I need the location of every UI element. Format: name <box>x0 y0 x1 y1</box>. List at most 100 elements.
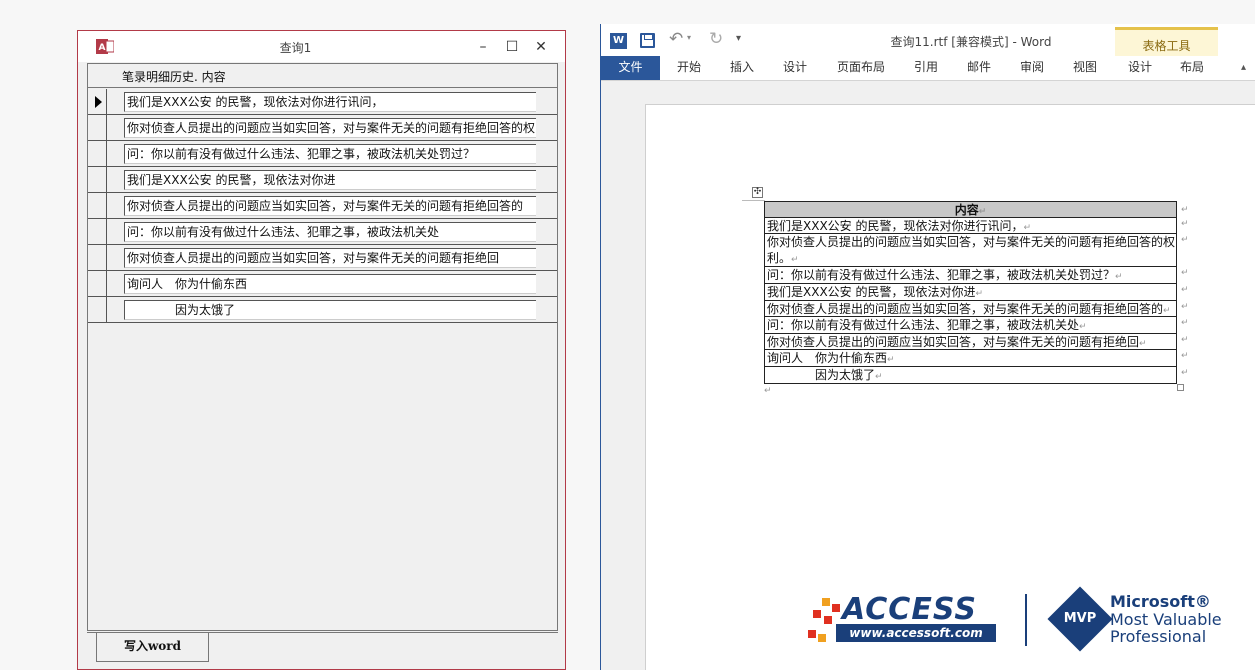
datasheet-cell[interactable]: 你对侦查人员提出的问题应当如实回答，对与案件无关的问题有拒绝回 <box>124 248 536 268</box>
access-query-window: A 查询1 – ☐ ✕ 笔录明细历史. 内容 我们是XXX公安 的民警，现依法对… <box>77 30 566 670</box>
datasheet-cell[interactable]: 询问人 你为什偷东西 <box>124 274 536 294</box>
record-selector[interactable] <box>88 271 107 296</box>
table-cell-text: 你对侦查人员提出的问题应当如实回答，对与案件无关的问题有拒绝回答的 <box>767 302 1164 316</box>
datasheet-cell[interactable]: 你对侦查人员提出的问题应当如实回答，对与案件无关的问题有拒绝回答的权 <box>124 118 536 138</box>
ribbon-collapse-icon[interactable]: ▴ <box>1241 62 1246 73</box>
paragraph-mark: ↵ <box>1163 306 1171 316</box>
record-selector[interactable] <box>88 115 107 140</box>
record-selector[interactable] <box>88 193 107 218</box>
paragraph-mark: ↵ <box>1139 339 1147 349</box>
microsoft-mvp-text: Microsoft® Most Valuable Professional <box>1110 592 1255 648</box>
redo-icon[interactable]: ↻ <box>709 29 723 49</box>
table-cell-text: 因为太饿了 <box>767 368 876 382</box>
datasheet-cell[interactable]: 问：你以前有没有做过什么违法、犯罪之事，被政法机关处 <box>124 222 536 242</box>
row-end-mark: ↵ <box>1181 268 1189 278</box>
paragraph-mark: ↵ <box>791 255 799 265</box>
paragraph-mark: ↵ <box>764 386 772 396</box>
tab-view[interactable]: 视图 <box>1063 56 1107 80</box>
table-row[interactable]: 我们是XXX公安 的民警，现依法对你进↵ <box>765 284 1176 301</box>
table-row[interactable]: 你对侦查人员提出的问题应当如实回答，对与案件无关的问题有拒绝回答的权利。↵ <box>765 234 1176 267</box>
ms-line3: Professional <box>1110 627 1207 646</box>
word-window-title: 查询11.rtf [兼容模式] - Word <box>890 35 1052 49</box>
row-end-mark: ↵ <box>1181 205 1189 215</box>
close-icon[interactable]: ✕ <box>529 36 553 58</box>
table-row[interactable]: 问：你以前有没有做过什么违法、犯罪之事，被政法机关处罚过？ <box>88 141 557 167</box>
tab-design[interactable]: 设计 <box>773 56 817 80</box>
paragraph-mark: ↵ <box>1023 223 1032 233</box>
table-row[interactable]: 我们是XXX公安 的民警，现依法对你进行讯问，↵ <box>765 218 1176 234</box>
datasheet-cell[interactable]: 问：你以前有没有做过什么违法、犯罪之事，被政法机关处罚过？ <box>124 144 536 164</box>
column-header-label: 笔录明细历史. 内容 <box>122 70 226 84</box>
document-page[interactable]: ✣ 内容↵ 我们是XXX公安 的民警，现依法对你进行讯问，↵ 你对侦查人员提出的问… <box>645 104 1255 670</box>
row-end-mark: ↵ <box>1181 219 1189 229</box>
table-row[interactable]: 你对侦查人员提出的问题应当如实回答，对与案件无关的问题有拒绝回 <box>88 245 557 271</box>
table-row[interactable]: 我们是XXX公安 的民警，现依法对你进 <box>88 167 557 193</box>
table-row[interactable]: 我们是XXX公安 的民警，现依法对你进行讯问， <box>88 89 557 115</box>
datasheet: 笔录明细历史. 内容 我们是XXX公安 的民警，现依法对你进行讯问， 你对侦查人员… <box>87 63 558 631</box>
undo-dropdown-icon[interactable]: ▾ <box>687 33 691 42</box>
maximize-icon[interactable]: ☐ <box>500 36 524 58</box>
row-end-mark: ↵ <box>1181 302 1189 312</box>
table-row[interactable]: 问：你以前有没有做过什么违法、犯罪之事，被政法机关处↵ <box>765 317 1176 334</box>
record-selector[interactable] <box>88 297 107 322</box>
paragraph-mark: ↵ <box>1115 272 1123 282</box>
datasheet-cell[interactable]: 因为太饿了 <box>124 300 536 320</box>
mvp-label: MVP <box>1063 611 1097 626</box>
current-record-icon <box>95 96 102 108</box>
ribbon-body <box>601 80 1255 104</box>
row-end-mark: ↵ <box>1181 318 1189 328</box>
tab-table-design[interactable]: 设计 <box>1118 56 1162 80</box>
tab-insert[interactable]: 插入 <box>720 56 764 80</box>
customize-toolbar-icon[interactable]: ▾ <box>736 33 741 44</box>
tab-file[interactable]: 文件 <box>601 56 660 80</box>
table-row[interactable]: 你对侦查人员提出的问题应当如实回答，对与案件无关的问题有拒绝回答的↵ <box>765 301 1176 317</box>
tab-mailings[interactable]: 邮件 <box>957 56 1001 80</box>
tab-page-layout[interactable]: 页面布局 <box>827 56 895 80</box>
table-cell-text: 我们是XXX公安 的民警，现依法对你进行讯问， <box>767 219 1024 233</box>
write-word-button[interactable]: 写入word <box>96 633 209 662</box>
table-row[interactable]: 询问人 你为什偷东西 <box>88 271 557 297</box>
minimize-icon[interactable]: – <box>471 36 495 58</box>
table-row[interactable]: 询问人 你为什偷东西↵ <box>765 350 1176 367</box>
record-selector[interactable] <box>88 141 107 166</box>
record-selector[interactable] <box>88 245 107 270</box>
table-guide-line <box>742 200 765 201</box>
tab-home[interactable]: 开始 <box>667 56 711 80</box>
save-icon[interactable] <box>640 33 655 48</box>
table-row[interactable]: 因为太饿了 <box>88 297 557 323</box>
table-tools-label: 表格工具 <box>1142 39 1191 53</box>
table-row[interactable]: 问：你以前有没有做过什么违法、犯罪之事，被政法机关处罚过？↵ <box>765 267 1176 284</box>
table-header-label: 内容 <box>954 203 979 217</box>
column-header[interactable]: 笔录明细历史. 内容 <box>88 64 557 88</box>
tab-table-layout[interactable]: 布局 <box>1170 56 1214 80</box>
access-window-title: 查询1 <box>279 41 312 55</box>
table-row[interactable]: 你对侦查人员提出的问题应当如实回答，对与案件无关的问题有拒绝回↵ <box>765 334 1176 350</box>
access-titlebar[interactable]: A 查询1 – ☐ ✕ <box>78 31 565 62</box>
table-cell-text: 你对侦查人员提出的问题应当如实回答，对与案件无关的问题有拒绝回 <box>767 335 1140 349</box>
access-logo-url: www.accessoft.com <box>836 624 996 642</box>
table-row[interactable]: 问：你以前有没有做过什么违法、犯罪之事，被政法机关处 <box>88 219 557 245</box>
record-selector[interactable] <box>88 219 107 244</box>
table-row[interactable]: 因为太饿了↵ <box>765 367 1176 384</box>
undo-icon[interactable]: ↶ <box>669 29 683 49</box>
datasheet-cell[interactable]: 你对侦查人员提出的问题应当如实回答，对与案件无关的问题有拒绝回答的 <box>124 196 536 216</box>
accessoft-logo: ACCESS www.accessoft.com <box>808 592 998 648</box>
tab-review[interactable]: 审阅 <box>1010 56 1054 80</box>
datasheet-cell[interactable]: 我们是XXX公安 的民警，现依法对你进行讯问， <box>124 92 536 112</box>
tab-references[interactable]: 引用 <box>904 56 948 80</box>
row-end-mark: ↵ <box>1181 235 1189 245</box>
table-resize-handle-icon[interactable] <box>1177 384 1184 391</box>
table-row[interactable]: 你对侦查人员提出的问题应当如实回答，对与案件无关的问题有拒绝回答的 <box>88 193 557 219</box>
table-cell-text: 问：你以前有没有做过什么违法、犯罪之事，被政法机关处 <box>767 318 1080 332</box>
table-move-handle-icon[interactable]: ✣ <box>752 187 763 198</box>
table-cell-text: 问：你以前有没有做过什么违法、犯罪之事，被政法机关处罚过？ <box>767 268 1116 282</box>
record-selector[interactable] <box>88 89 107 114</box>
paragraph-mark: ↵ <box>887 355 895 365</box>
word-table[interactable]: 内容↵ 我们是XXX公安 的民警，现依法对你进行讯问，↵ 你对侦查人员提出的问题应… <box>764 201 1177 384</box>
datasheet-cell[interactable]: 我们是XXX公安 的民警，现依法对你进 <box>124 170 536 190</box>
paragraph-mark: ↵ <box>978 207 987 217</box>
table-header-cell[interactable]: 内容↵ <box>765 202 1176 218</box>
table-cell-text: 我们是XXX公安 的民警，现依法对你进 <box>767 285 976 299</box>
record-selector[interactable] <box>88 167 107 192</box>
table-row[interactable]: 你对侦查人员提出的问题应当如实回答，对与案件无关的问题有拒绝回答的权 <box>88 115 557 141</box>
